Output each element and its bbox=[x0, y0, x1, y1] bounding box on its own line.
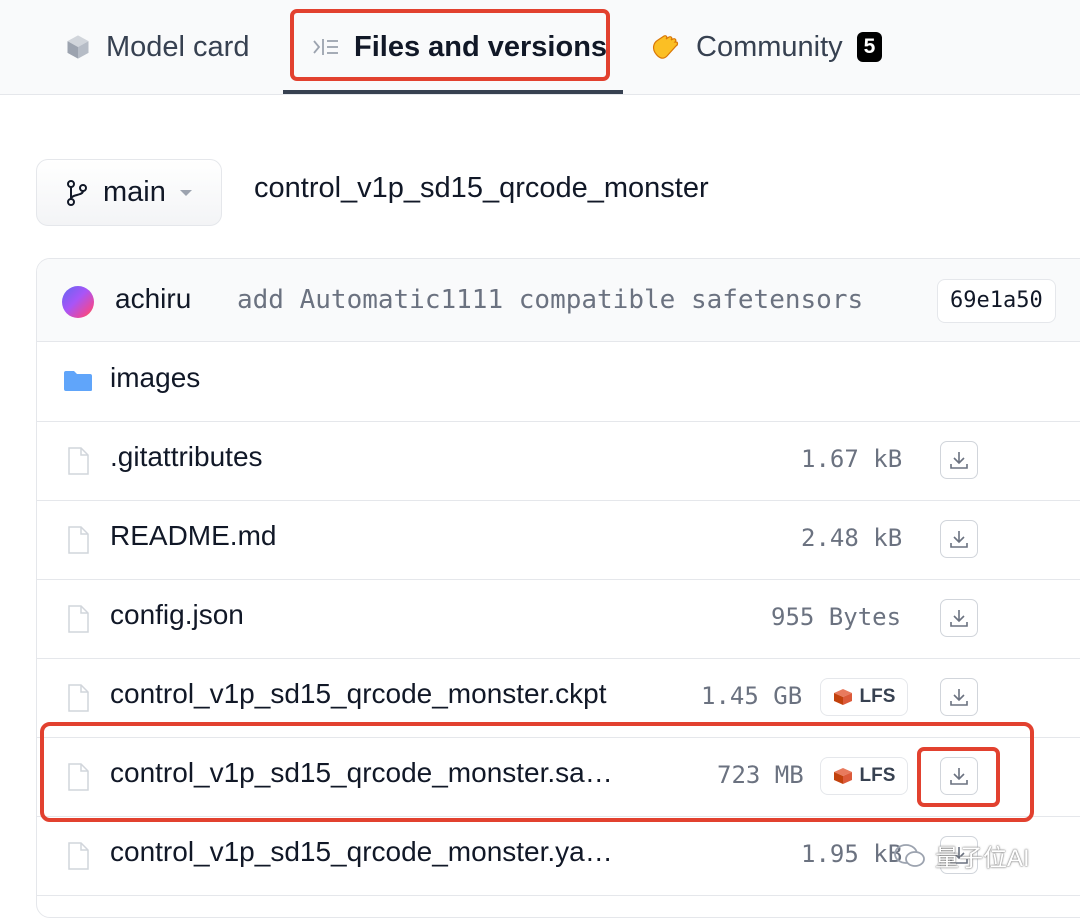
chevron-down-icon bbox=[179, 189, 192, 196]
tab-label: Files and versions bbox=[354, 30, 608, 63]
community-count-badge: 5 bbox=[856, 32, 883, 62]
lfs-icon bbox=[833, 689, 852, 705]
file-row[interactable]: config.json 955 Bytes bbox=[37, 579, 1080, 659]
file-row[interactable]: .gitattributes 1.67 kB bbox=[37, 421, 1080, 501]
commit-message[interactable]: add Automatic1111 compatible safetensors bbox=[237, 285, 863, 315]
tab-label: Community bbox=[696, 30, 843, 63]
lfs-badge[interactable]: LFS bbox=[820, 678, 908, 716]
tab-label: Model card bbox=[106, 30, 250, 63]
file-name[interactable]: README.md bbox=[110, 520, 276, 552]
download-icon bbox=[950, 768, 968, 785]
download-icon bbox=[950, 452, 968, 469]
file-row[interactable]: README.md 2.48 kB bbox=[37, 500, 1080, 580]
file-icon bbox=[67, 447, 89, 480]
lfs-label: LFS bbox=[859, 686, 896, 707]
tab-model-card[interactable]: Model card bbox=[64, 0, 249, 94]
file-browser: achiru add Automatic1111 compatible safe… bbox=[36, 258, 1080, 918]
download-icon bbox=[950, 531, 968, 548]
download-button[interactable] bbox=[940, 599, 978, 637]
download-icon bbox=[950, 689, 968, 706]
file-name[interactable]: images bbox=[110, 362, 200, 394]
branch-label: main bbox=[103, 176, 166, 208]
watermark: 量子位AI bbox=[893, 838, 1030, 873]
file-name[interactable]: control_v1p_sd15_qrcode_monster.ckpt bbox=[110, 678, 607, 710]
file-icon bbox=[67, 684, 89, 717]
file-row[interactable]: control_v1p_sd15_qrcode_monster.ckpt 1.4… bbox=[37, 658, 1080, 738]
lfs-icon bbox=[833, 768, 852, 784]
file-icon bbox=[67, 842, 89, 875]
clap-icon bbox=[650, 32, 682, 62]
download-button[interactable] bbox=[940, 441, 978, 479]
branch-selector[interactable]: main bbox=[36, 159, 222, 226]
cube-icon bbox=[64, 33, 92, 61]
commit-hash[interactable]: 69e1a50 bbox=[937, 279, 1056, 323]
wechat-icon bbox=[894, 843, 925, 867]
file-size: 955 Bytes bbox=[771, 603, 902, 631]
download-button[interactable] bbox=[940, 520, 978, 558]
watermark-text: 量子位AI bbox=[935, 845, 1030, 872]
repo-name: control_v1p_sd15_qrcode_monster bbox=[254, 172, 709, 204]
file-size: 723 MB bbox=[717, 761, 804, 789]
list-icon bbox=[312, 35, 340, 59]
file-icon bbox=[67, 763, 89, 796]
tab-bar: Model card Files and versions Community … bbox=[0, 0, 1080, 95]
folder-icon bbox=[63, 370, 93, 397]
file-row-folder[interactable]: images bbox=[37, 342, 1080, 422]
download-button[interactable] bbox=[940, 678, 978, 716]
file-name[interactable]: config.json bbox=[110, 599, 244, 631]
file-size: 1.95 kB bbox=[801, 840, 903, 868]
file-icon bbox=[67, 605, 89, 638]
file-icon bbox=[67, 526, 89, 559]
file-size: 1.45 GB bbox=[701, 682, 803, 710]
git-branch-icon bbox=[65, 179, 89, 207]
tab-files-and-versions[interactable]: Files and versions bbox=[312, 0, 607, 94]
lfs-badge[interactable]: LFS bbox=[820, 757, 908, 795]
file-size: 2.48 kB bbox=[801, 524, 903, 552]
active-tab-indicator bbox=[283, 90, 623, 94]
download-icon bbox=[950, 610, 968, 627]
commit-author[interactable]: achiru bbox=[115, 283, 191, 315]
file-size: 1.67 kB bbox=[801, 445, 903, 473]
lfs-label: LFS bbox=[859, 765, 896, 786]
download-button[interactable] bbox=[940, 757, 978, 795]
tab-community[interactable]: Community 5 bbox=[650, 0, 883, 94]
avatar[interactable] bbox=[62, 286, 94, 318]
file-name[interactable]: .gitattributes bbox=[110, 441, 263, 473]
file-name[interactable]: control_v1p_sd15_qrcode_monster.sa… bbox=[110, 757, 613, 789]
latest-commit-bar: achiru add Automatic1111 compatible safe… bbox=[37, 259, 1080, 342]
file-row[interactable]: control_v1p_sd15_qrcode_monster.sa… 723 … bbox=[37, 737, 1080, 817]
file-name[interactable]: control_v1p_sd15_qrcode_monster.ya… bbox=[110, 836, 613, 868]
